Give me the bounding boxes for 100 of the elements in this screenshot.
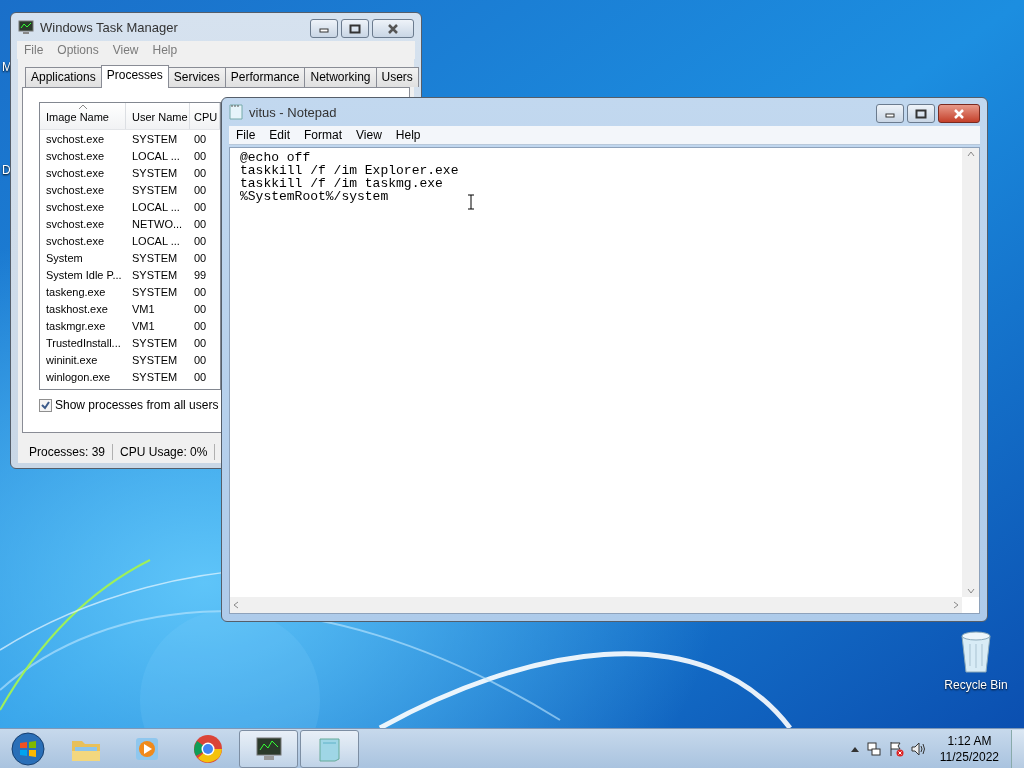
table-cell-text: 00 xyxy=(193,251,208,264)
checkbox-label: Show processes from all users xyxy=(55,398,219,412)
tab[interactable]: Services xyxy=(167,67,226,87)
table-cell-text: winlogon.exe xyxy=(45,370,112,383)
vertical-scrollbar[interactable] xyxy=(962,148,979,597)
text-area[interactable]: @echo off taskkill /f /im Explorer.exe taskkill /f /im taskmg.exe %SystemRoot%/system xyxy=(229,147,980,614)
text-line: @echo off xyxy=(240,151,312,164)
menu-item[interactable]: Help xyxy=(388,128,428,142)
browser-icon xyxy=(192,733,223,764)
window-title: Windows Task Manager xyxy=(40,19,179,35)
clock-time: 1:12 AM xyxy=(947,732,992,749)
window-title: vitus - Notepad xyxy=(249,104,338,120)
table-cell-text: SYSTEM xyxy=(131,183,179,196)
tab[interactable]: Processes xyxy=(100,65,169,88)
table-cell-text: 00 xyxy=(193,217,208,230)
sort-icon xyxy=(78,104,87,109)
monitor-icon xyxy=(18,19,34,35)
column-header[interactable]: Image Name xyxy=(40,103,126,129)
table-cell-text: svchost.exe xyxy=(45,166,106,179)
checkbox[interactable] xyxy=(39,398,52,412)
close-icon xyxy=(387,23,399,34)
flag-icon[interactable] xyxy=(887,740,904,757)
table-cell-text: 00 xyxy=(193,336,208,349)
speaker-icon[interactable] xyxy=(909,740,926,757)
minimize-button[interactable] xyxy=(876,104,904,123)
clock[interactable]: 1:12 AM 11/25/2022 xyxy=(939,732,999,765)
table-cell-text: 00 xyxy=(193,234,208,247)
menu-item[interactable]: File xyxy=(229,128,263,142)
network-icon[interactable] xyxy=(865,740,882,757)
table-cell-text: System Idle P... xyxy=(45,268,123,281)
close-button[interactable] xyxy=(372,19,414,38)
status-text: Processes: 39 xyxy=(22,444,114,460)
show-desktop-button[interactable] xyxy=(1011,729,1024,768)
status-text: CPU Usage: 0% xyxy=(113,444,216,460)
table-cell-text: LOCAL ... xyxy=(131,149,181,162)
table-cell-text: taskeng.exe xyxy=(45,285,107,298)
minimize-button[interactable] xyxy=(310,19,338,38)
table-cell-text: 00 xyxy=(193,132,208,145)
table-cell-text: VM1 xyxy=(131,319,156,332)
horizontal-scrollbar[interactable] xyxy=(230,597,962,613)
table-cell-text: 00 xyxy=(193,319,208,332)
table-cell-text: SYSTEM xyxy=(131,370,179,383)
menu-item[interactable]: View xyxy=(105,43,146,57)
monitor-icon xyxy=(253,734,284,763)
table-cell-text: LOCAL ... xyxy=(131,234,181,247)
recycle-bin-icon[interactable] xyxy=(958,630,994,674)
table-cell-text: 99 xyxy=(193,268,208,281)
menu-item[interactable]: Help xyxy=(145,43,185,57)
table-cell-text: VM1 xyxy=(131,302,156,315)
maximize-icon xyxy=(915,108,927,119)
text-cursor-icon xyxy=(467,194,475,210)
table-cell-text: 00 xyxy=(193,302,208,315)
table-cell-text: 00 xyxy=(193,149,208,162)
table-cell-text: SYSTEM xyxy=(131,285,179,298)
clock-date: 11/25/2022 xyxy=(939,748,999,765)
text-line: taskkill /f /im taskmg.exe xyxy=(240,177,443,190)
table-cell-text: svchost.exe xyxy=(45,149,106,162)
maximize-button[interactable] xyxy=(907,104,935,123)
maximize-button[interactable] xyxy=(341,19,369,38)
table-cell-text: taskhost.exe xyxy=(45,302,109,315)
text-line: %SystemRoot%/system xyxy=(240,190,389,203)
table-cell-text: System xyxy=(45,251,84,264)
taskbar-button[interactable] xyxy=(239,729,298,768)
table-cell-text: SYSTEM xyxy=(131,132,179,145)
table-cell-text: wininit.exe xyxy=(45,353,99,366)
table-cell-text: 00 xyxy=(193,200,208,213)
desktop-icon-label: D xyxy=(2,163,11,177)
table-cell-text: LOCAL ... xyxy=(131,200,181,213)
menu-item[interactable]: Edit xyxy=(262,128,298,142)
menu-item[interactable]: File xyxy=(17,43,51,57)
table-cell-text: NETWO... xyxy=(131,217,184,230)
column-header[interactable]: CPU xyxy=(190,103,220,129)
table-cell-text: SYSTEM xyxy=(131,336,179,349)
text-line: taskkill /f /im Explorer.exe xyxy=(240,164,459,177)
table-cell-text: SYSTEM xyxy=(131,251,179,264)
column-header[interactable]: User Name xyxy=(126,103,190,129)
table-cell-text: svchost.exe xyxy=(45,217,106,230)
notepad-icon xyxy=(229,104,243,120)
table-cell-text: SYSTEM xyxy=(131,353,179,366)
tab[interactable]: Performance xyxy=(224,67,306,87)
table-cell-text: SYSTEM xyxy=(131,268,179,281)
menu-item[interactable]: Options xyxy=(50,43,106,57)
table-cell-text: 00 xyxy=(193,353,208,366)
table-cell-text: SYSTEM xyxy=(131,166,179,179)
tab[interactable]: Users xyxy=(375,67,419,87)
table-cell-text: 00 xyxy=(193,370,208,383)
desktop-icon-label: Recycle Bin xyxy=(944,678,1008,692)
tab[interactable]: Applications xyxy=(25,67,102,87)
table-cell-text: svchost.exe xyxy=(45,200,106,213)
close-button[interactable] xyxy=(938,104,980,123)
table-cell-text: 00 xyxy=(193,285,208,298)
tab[interactable]: Networking xyxy=(304,67,377,87)
table-cell-text: 00 xyxy=(193,183,208,196)
menu-item[interactable]: View xyxy=(349,128,389,142)
menu-item[interactable]: Format xyxy=(297,128,350,142)
start-button[interactable] xyxy=(10,730,46,767)
table-cell-text: 00 xyxy=(193,166,208,179)
table-cell-text: TrustedInstall... xyxy=(45,336,122,349)
close-icon xyxy=(953,108,965,119)
table-cell-text: svchost.exe xyxy=(45,132,106,145)
